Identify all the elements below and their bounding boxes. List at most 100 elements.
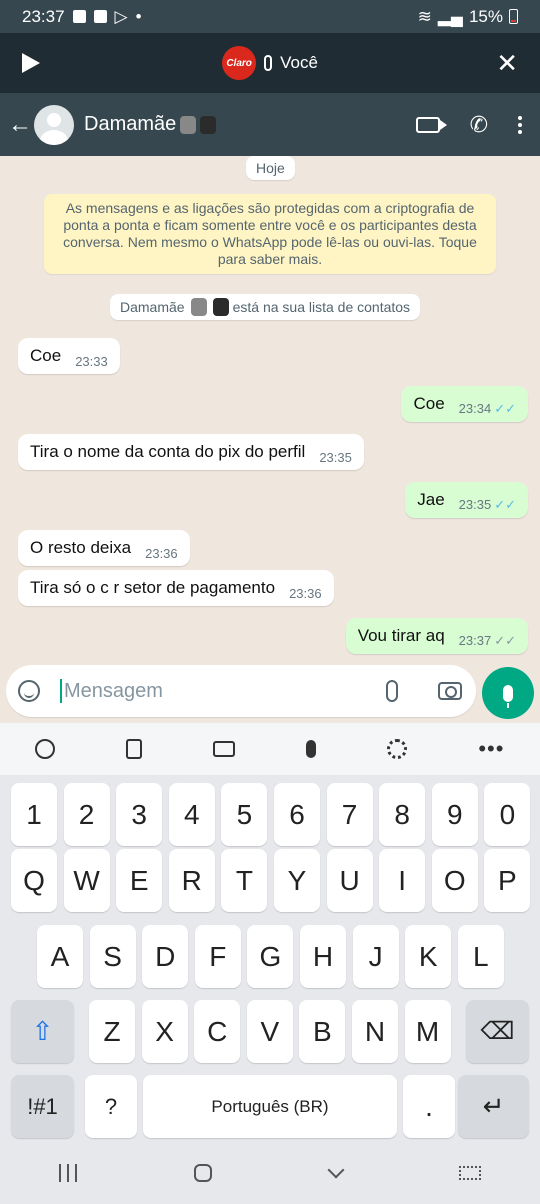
chat-area[interactable]: Hoje As mensagens e as ligações são prot… [0,156,540,724]
keyboard-toolbar: ••• [0,723,540,775]
key-t[interactable]: T [221,849,268,912]
clipboard-icon[interactable] [126,739,143,759]
more-icon[interactable]: ••• [478,736,504,762]
status-time: 23:37 [22,6,65,26]
key-9[interactable]: 9 [431,783,478,846]
key-c[interactable]: C [194,1000,241,1063]
composer: Mensagem [0,663,540,723]
navigation-bar [0,1142,540,1204]
shift-icon: ⇧ [31,1016,54,1046]
incoming-message[interactable]: Tira só o c r setor de pagamento 23:36 [18,570,334,606]
enter-icon: ↵ [482,1091,505,1121]
gallery-icon [72,10,86,23]
key-k[interactable]: K [405,925,452,988]
message-placeholder: Mensagem [64,679,163,702]
message-input[interactable]: Mensagem [6,665,476,717]
video-call-icon[interactable] [415,116,447,133]
outgoing-message[interactable]: Vou tirar aq 23:37 ✓✓ [345,618,528,654]
outgoing-message[interactable]: Coe 23:34 ✓✓ [401,386,528,422]
key-p[interactable]: P [484,849,531,912]
key-j[interactable]: J [352,925,399,988]
incoming-message[interactable]: O resto deixa 23:36 [18,530,190,566]
read-ticks-icon: ✓✓ [494,401,516,416]
key-n[interactable]: N [352,1000,398,1063]
emoji-icon [180,115,197,134]
key-s[interactable]: S [89,925,136,988]
home-icon[interactable] [194,1164,213,1182]
enter-key[interactable]: ↵ [458,1075,529,1138]
incoming-message[interactable]: Coe 23:33 [18,338,120,374]
key-z[interactable]: Z [89,1000,135,1063]
hide-keyboard-icon[interactable] [327,1161,345,1179]
mic-icon [264,55,273,71]
key-a[interactable]: A [37,925,83,988]
key-2[interactable]: 2 [63,783,110,846]
key-q[interactable]: Q [11,849,57,912]
avatar[interactable] [34,104,74,145]
close-icon[interactable]: ✕ [496,49,518,77]
key-0[interactable]: 0 [484,783,531,846]
emoji-icon [200,115,217,134]
key-w[interactable]: W [63,849,110,912]
settings-icon[interactable] [387,739,408,759]
key-d[interactable]: D [142,925,189,988]
emoji-icon [212,298,229,316]
key-g[interactable]: G [247,925,294,988]
key-1[interactable]: 1 [11,783,57,846]
question-key[interactable]: ? [85,1075,137,1138]
wifi-icon: ≋ [417,6,432,26]
keyboard-switch-icon[interactable] [459,1166,482,1180]
key-b[interactable]: B [299,1000,346,1063]
attach-icon[interactable] [386,680,398,702]
key-y[interactable]: Y [274,849,320,912]
read-ticks-icon: ✓✓ [494,497,516,512]
key-l[interactable]: L [457,925,504,988]
key-v[interactable]: V [246,1000,293,1063]
key-x[interactable]: X [141,1000,188,1063]
key-o[interactable]: O [431,849,478,912]
key-e[interactable]: E [116,849,163,912]
key-f[interactable]: F [194,925,241,988]
voice-input-icon[interactable] [306,740,317,758]
key-3[interactable]: 3 [116,783,163,846]
key-m[interactable]: M [404,1000,451,1063]
key-6[interactable]: 6 [274,783,320,846]
key-i[interactable]: I [379,849,426,912]
voice-call-icon[interactable]: ✆ [470,113,488,136]
voice-record-button[interactable] [482,667,534,719]
incoming-message[interactable]: Tira o nome da conta do pix do perfil 23… [18,434,364,470]
key-8[interactable]: 8 [379,783,426,846]
shift-key[interactable]: ⇧ [11,1000,74,1063]
ongoing-call-bar[interactable]: Claro Você ✕ [0,33,540,93]
play-icon[interactable] [22,53,40,73]
key-7[interactable]: 7 [326,783,373,846]
mic-icon [503,684,513,708]
play-store-icon: ▷ [114,6,128,26]
backspace-key[interactable]: ⌫ [466,1000,529,1063]
key-4[interactable]: 4 [168,783,215,846]
call-label: Você [280,53,318,72]
emoji-icon[interactable] [35,739,56,759]
signal-icon: ▂▄ [437,6,463,26]
key-5[interactable]: 5 [221,783,268,846]
key-u[interactable]: U [326,849,373,912]
symbols-key[interactable]: !#1 [11,1075,74,1138]
key-r[interactable]: R [168,849,215,912]
key-h[interactable]: H [300,925,346,988]
contact-name[interactable]: Damamãe [84,113,217,136]
recents-icon[interactable] [58,1164,77,1182]
period-key[interactable]: . [403,1075,455,1138]
more-options-icon[interactable] [518,115,522,134]
delivered-ticks-icon: ✓✓ [494,633,516,648]
dot-icon: • [135,6,142,26]
outgoing-message[interactable]: Jae 23:35 ✓✓ [405,482,528,518]
emoji-picker-icon[interactable] [18,680,40,702]
space-key[interactable]: Português (BR) [143,1075,397,1138]
camera-icon[interactable] [438,682,462,700]
contact-notice: Damamãe está na sua lista de contatos [110,294,421,320]
encryption-notice[interactable]: As mensagens e as ligações são protegida… [44,194,496,274]
battery-percent: 15% [468,6,503,26]
keyboard: 1234567890 QWERTYUIOP ASDFGHJKL ZXCVBNM … [0,775,540,1142]
back-arrow-icon[interactable]: ← [8,111,32,139]
keyboard-mode-icon[interactable] [213,741,236,757]
